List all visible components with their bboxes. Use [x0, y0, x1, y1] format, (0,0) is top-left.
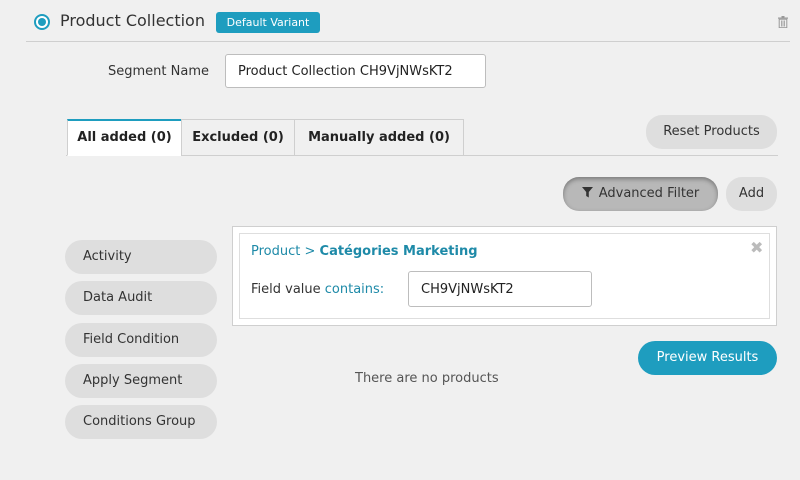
tab-manually-added[interactable]: Manually added (0) — [294, 119, 464, 156]
sidebar-item-activity[interactable]: Activity — [65, 240, 217, 274]
add-button[interactable]: Add — [726, 177, 777, 211]
default-variant-badge[interactable]: Default Variant — [216, 12, 320, 33]
operator-selector[interactable]: contains: — [325, 282, 384, 297]
preview-results-button[interactable]: Preview Results — [638, 341, 777, 375]
close-icon[interactable]: ✖ — [750, 238, 763, 257]
reset-products-button[interactable]: Reset Products — [646, 115, 777, 149]
breadcrumb-product[interactable]: Product > — [251, 244, 320, 259]
advanced-filter-button[interactable]: Advanced Filter — [563, 177, 718, 211]
filter-funnel-icon — [581, 187, 593, 198]
empty-results-message: There are no products — [355, 371, 499, 386]
tab-all-added[interactable]: All added (0) — [67, 119, 182, 156]
field-value-text: Field value — [251, 282, 325, 297]
tab-excluded[interactable]: Excluded (0) — [181, 119, 295, 156]
field-value-label: Field value contains: — [251, 282, 384, 297]
field-value-input[interactable] — [408, 271, 592, 307]
trash-icon[interactable] — [778, 16, 788, 28]
sidebar-item-apply-segment[interactable]: Apply Segment — [65, 364, 217, 398]
filter-container: Product > Catégories Marketing ✖ Field v… — [232, 226, 777, 326]
segment-name-label: Segment Name — [108, 64, 209, 79]
advanced-filter-label: Advanced Filter — [598, 186, 700, 201]
sidebar-item-data-audit[interactable]: Data Audit — [65, 281, 217, 315]
radio-selected-icon[interactable] — [34, 14, 50, 30]
collection-header: Product Collection Default Variant — [26, 0, 790, 42]
filter-breadcrumb: Product > Catégories Marketing — [251, 244, 478, 259]
sidebar-item-field-condition[interactable]: Field Condition — [65, 323, 217, 357]
breadcrumb-field[interactable]: Catégories Marketing — [320, 244, 478, 259]
filter-condition-card: Product > Catégories Marketing ✖ Field v… — [239, 233, 770, 319]
segment-name-input[interactable] — [225, 54, 486, 88]
collection-title: Product Collection — [60, 11, 205, 30]
sidebar-item-conditions-group[interactable]: Conditions Group — [65, 405, 217, 439]
